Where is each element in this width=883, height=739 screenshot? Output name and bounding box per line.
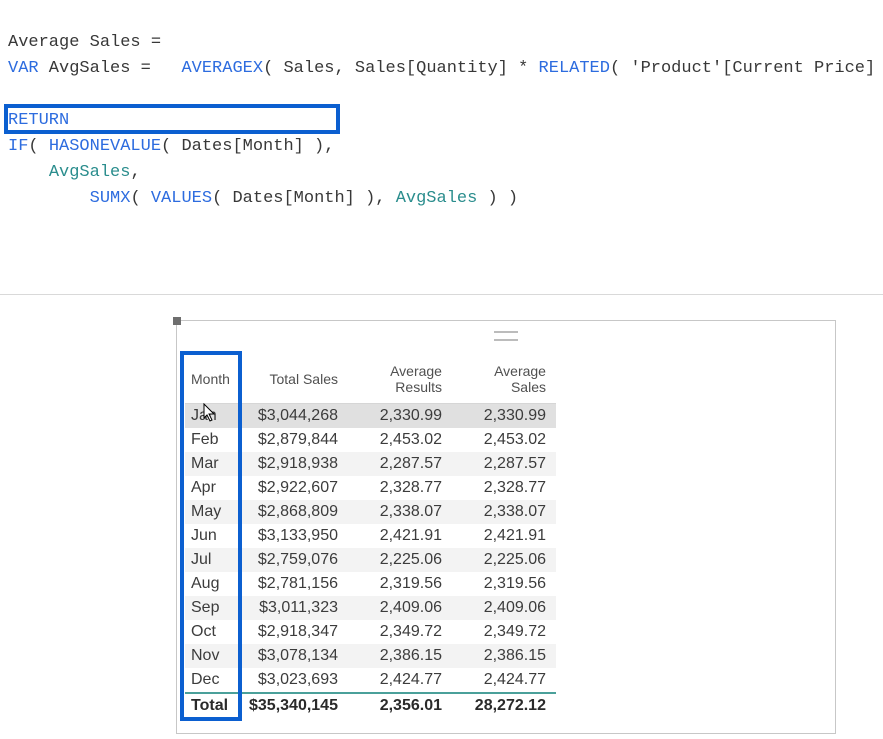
table-row[interactable]: Sep$3,011,3232,409.062,409.06 <box>185 596 556 620</box>
cell-avg-r: 2,319.56 <box>348 572 452 596</box>
cell-total-label: Total <box>185 693 241 718</box>
cell-avg-r: 2,330.99 <box>348 404 452 429</box>
cell-avg-r: 2,453.02 <box>348 428 452 452</box>
cell-avg-r: 2,349.72 <box>348 620 452 644</box>
cell-total: $3,133,950 <box>241 524 348 548</box>
formula-line-sumx: SUMX( VALUES( Dates[Month] ), AvgSales )… <box>8 189 518 208</box>
cell-month: Oct <box>185 620 241 644</box>
cell-month: Aug <box>185 572 241 596</box>
cell-total: $3,078,134 <box>241 644 348 668</box>
table-row[interactable]: Feb$2,879,8442,453.022,453.02 <box>185 428 556 452</box>
cell-total: $2,918,938 <box>241 452 348 476</box>
cell-total-avg-s: 28,272.12 <box>452 693 556 718</box>
cell-total: $2,868,809 <box>241 500 348 524</box>
cell-avg-s: 2,409.06 <box>452 596 556 620</box>
header-total-sales[interactable]: Total Sales <box>241 359 348 404</box>
cell-month: Sep <box>185 596 241 620</box>
table-row[interactable]: Jan$3,044,2682,330.992,330.99 <box>185 404 556 429</box>
table-row[interactable]: Oct$2,918,3472,349.722,349.72 <box>185 620 556 644</box>
table-visual-container[interactable]: Month Total Sales Average Results Averag… <box>176 320 836 734</box>
drag-handle-icon[interactable] <box>494 331 518 341</box>
cell-avg-s: 2,330.99 <box>452 404 556 429</box>
cell-month: Apr <box>185 476 241 500</box>
formula-line-if: IF( HASONEVALUE( Dates[Month] ), <box>8 137 334 156</box>
formula-line-avgsales: AvgSales, <box>8 163 141 182</box>
cell-avg-s: 2,386.15 <box>452 644 556 668</box>
cell-total: $2,879,844 <box>241 428 348 452</box>
table-row[interactable]: Apr$2,922,6072,328.772,328.77 <box>185 476 556 500</box>
measure-name: Average Sales = <box>8 33 161 52</box>
table-total-row[interactable]: Total$35,340,1452,356.0128,272.12 <box>185 693 556 718</box>
cell-avg-s: 2,287.57 <box>452 452 556 476</box>
cell-month: Nov <box>185 644 241 668</box>
cell-total-avg-r: 2,356.01 <box>348 693 452 718</box>
cell-avg-s: 2,424.77 <box>452 668 556 693</box>
cell-avg-r: 2,338.07 <box>348 500 452 524</box>
cell-total: $2,918,347 <box>241 620 348 644</box>
cell-avg-s: 2,319.56 <box>452 572 556 596</box>
cell-month: Jan <box>185 404 241 429</box>
cell-total: $3,044,268 <box>241 404 348 429</box>
cell-avg-r: 2,421.91 <box>348 524 452 548</box>
cell-avg-r: 2,328.77 <box>348 476 452 500</box>
header-average-sales[interactable]: Average Sales <box>452 359 556 404</box>
cell-month: Dec <box>185 668 241 693</box>
formula-bar[interactable]: Average Sales = VAR AvgSales = AVERAGEX(… <box>0 0 883 216</box>
cell-total: $2,759,076 <box>241 548 348 572</box>
cell-month: Jul <box>185 548 241 572</box>
cell-avg-s: 2,225.06 <box>452 548 556 572</box>
cell-month: May <box>185 500 241 524</box>
cell-month: Feb <box>185 428 241 452</box>
cell-avg-s: 2,349.72 <box>452 620 556 644</box>
formula-line-return: RETURN <box>8 111 69 130</box>
table-row[interactable]: Jul$2,759,0762,225.062,225.06 <box>185 548 556 572</box>
cell-avg-r: 2,424.77 <box>348 668 452 693</box>
cell-month: Jun <box>185 524 241 548</box>
table-row[interactable]: Aug$2,781,1562,319.562,319.56 <box>185 572 556 596</box>
cell-avg-r: 2,386.15 <box>348 644 452 668</box>
cell-avg-s: 2,453.02 <box>452 428 556 452</box>
cell-avg-r: 2,409.06 <box>348 596 452 620</box>
cell-avg-r: 2,225.06 <box>348 548 452 572</box>
table-body: Jan$3,044,2682,330.992,330.99 Feb$2,879,… <box>185 404 556 719</box>
formula-line-2: VAR AvgSales = AVERAGEX( Sales, Sales[Qu… <box>8 59 883 78</box>
table-row[interactable]: Jun$3,133,9502,421.912,421.91 <box>185 524 556 548</box>
cell-total: $2,781,156 <box>241 572 348 596</box>
cell-total-sum: $35,340,145 <box>241 693 348 718</box>
table-row[interactable]: Dec$3,023,6932,424.772,424.77 <box>185 668 556 693</box>
table-row[interactable]: Nov$3,078,1342,386.152,386.15 <box>185 644 556 668</box>
cell-avg-s: 2,421.91 <box>452 524 556 548</box>
header-average-results[interactable]: Average Results <box>348 359 452 404</box>
cell-total: $3,023,693 <box>241 668 348 693</box>
cell-total: $2,922,607 <box>241 476 348 500</box>
header-month[interactable]: Month <box>185 359 241 404</box>
table-header-row: Month Total Sales Average Results Averag… <box>185 359 556 404</box>
table-row[interactable]: Mar$2,918,9382,287.572,287.57 <box>185 452 556 476</box>
cell-month: Mar <box>185 452 241 476</box>
resize-handle-top-left[interactable] <box>173 317 181 325</box>
cell-avg-r: 2,287.57 <box>348 452 452 476</box>
cell-total: $3,011,323 <box>241 596 348 620</box>
data-table[interactable]: Month Total Sales Average Results Averag… <box>185 359 556 718</box>
divider <box>0 294 883 295</box>
cell-avg-s: 2,328.77 <box>452 476 556 500</box>
cell-avg-s: 2,338.07 <box>452 500 556 524</box>
table-row[interactable]: May$2,868,8092,338.072,338.07 <box>185 500 556 524</box>
